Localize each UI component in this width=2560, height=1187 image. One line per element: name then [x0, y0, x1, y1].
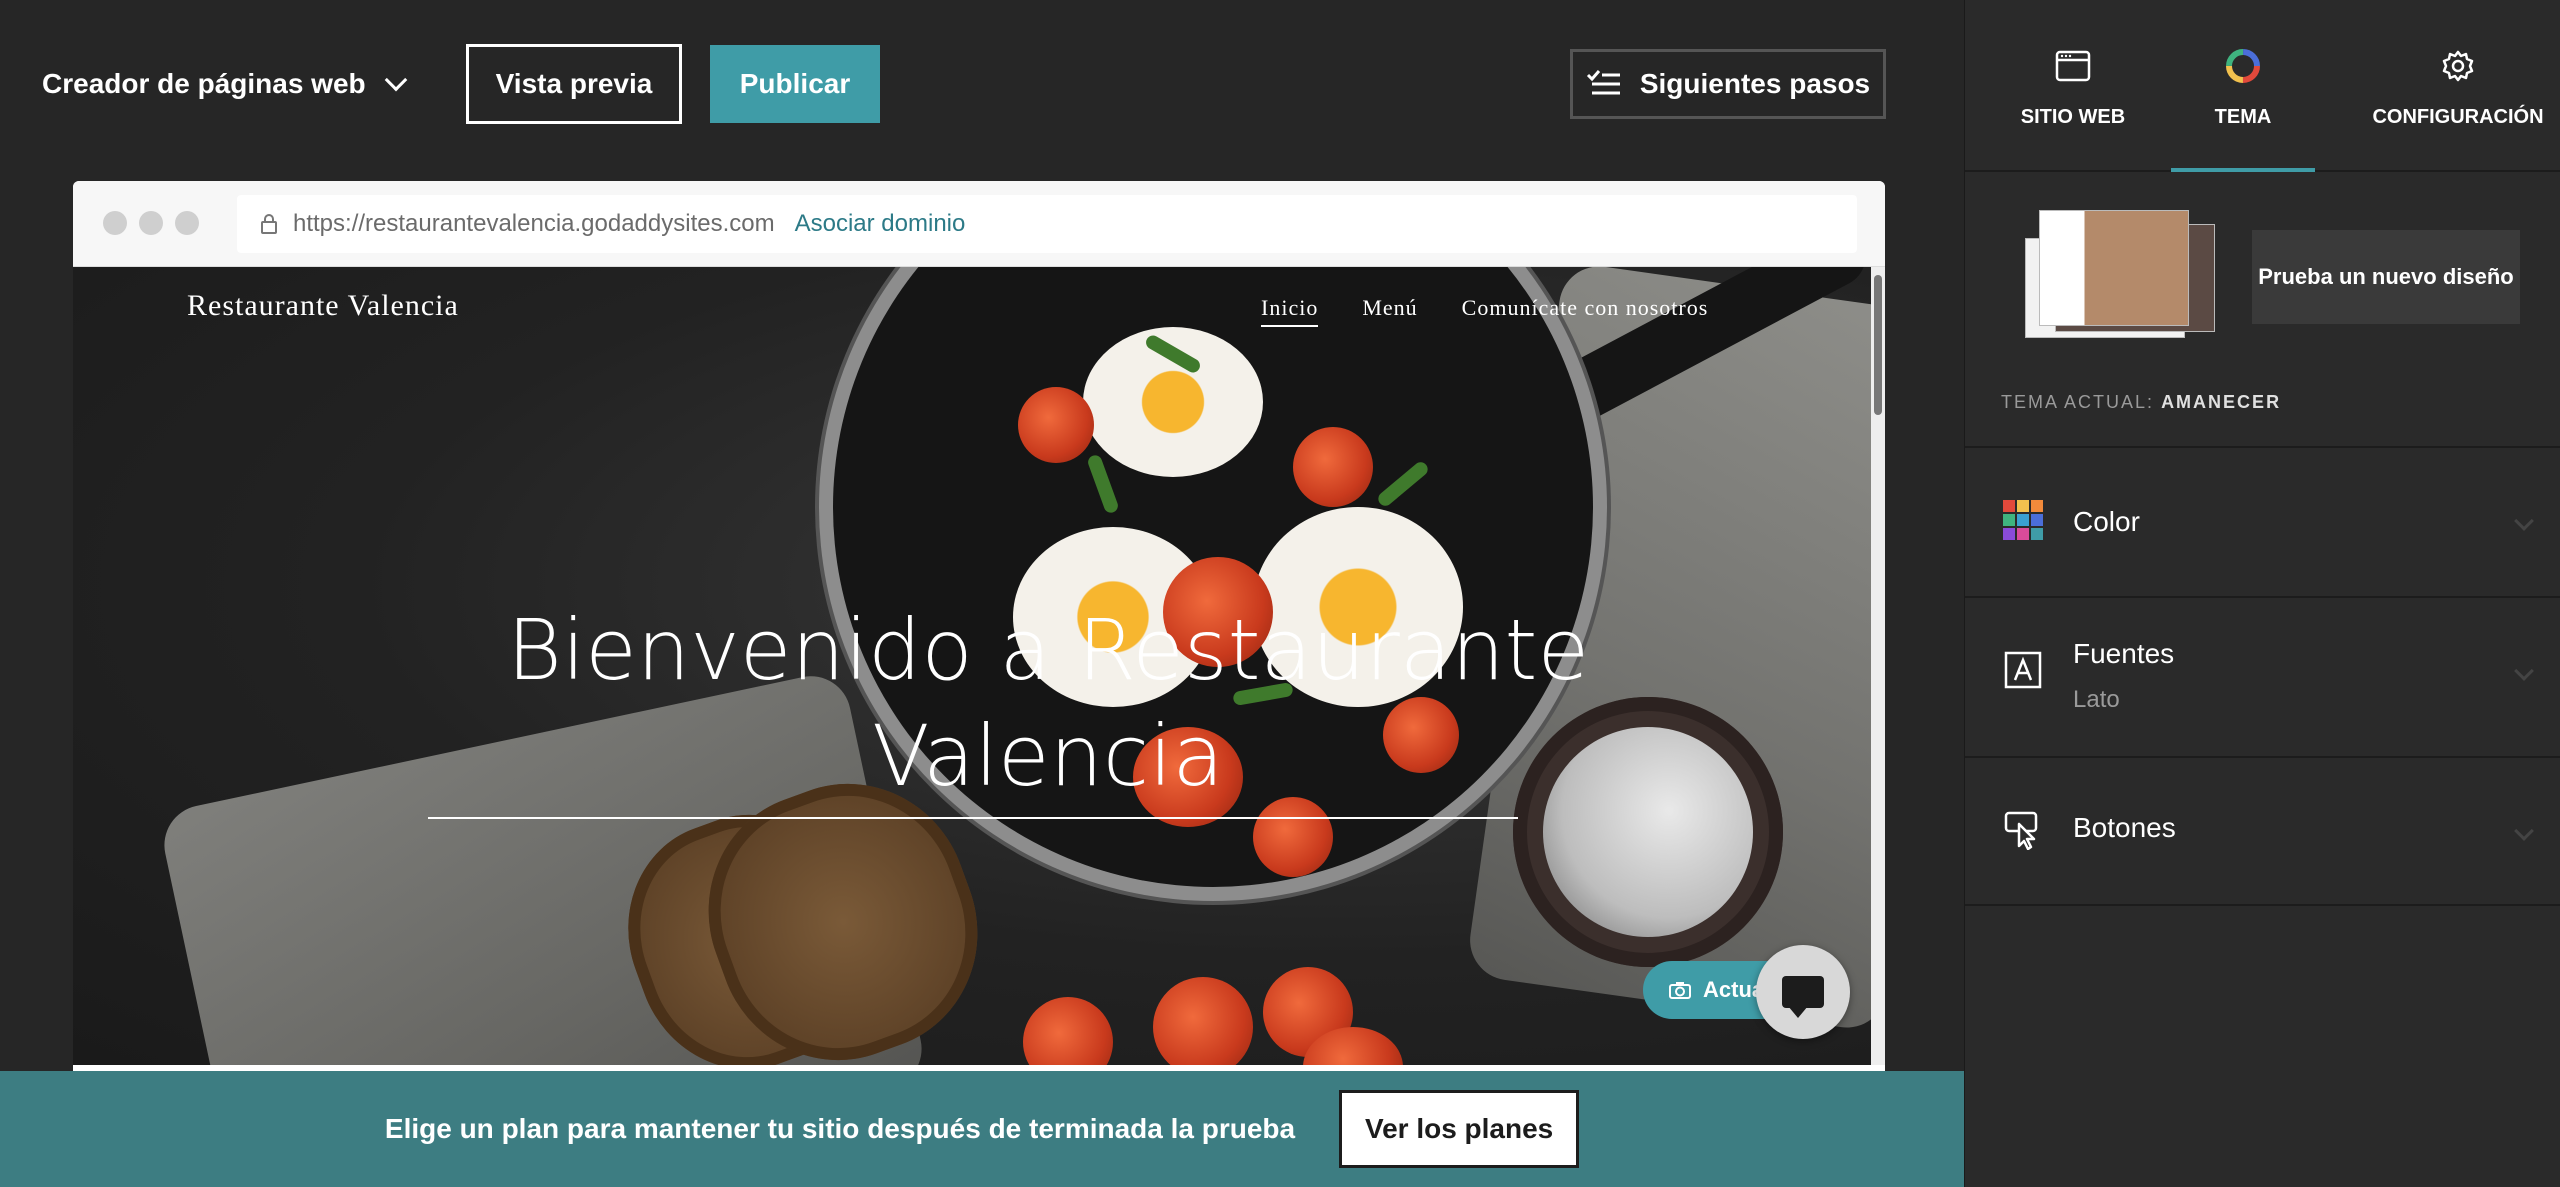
panel-row-fonts[interactable]: Fuentes Lato	[1965, 596, 2560, 756]
site-url: https://restaurantevalencia.godaddysites…	[293, 210, 775, 237]
color-grid-icon	[2003, 500, 2043, 540]
color-label: Color	[2073, 506, 2140, 537]
site-name[interactable]: Restaurante Valencia	[187, 289, 459, 323]
scrollbar-thumb[interactable]	[1874, 275, 1882, 415]
next-steps-button[interactable]: Siguientes pasos	[1570, 49, 1886, 119]
panel-tabs: SITIO WEB TEMA CONFIGURACIÓN	[1965, 0, 2560, 172]
current-theme-prefix: TEMA ACTUAL:	[2001, 392, 2155, 412]
hero-divider	[428, 817, 1518, 819]
connect-domain-link[interactable]: Asociar dominio	[795, 210, 966, 238]
builder-menu-dropdown[interactable]: Creador de páginas web	[42, 62, 407, 106]
hero-image-tomato	[1253, 797, 1333, 877]
hero-title-line: Valencia	[872, 707, 1224, 805]
window-dot-icon	[139, 211, 163, 235]
hero-image-tomato	[1153, 977, 1253, 1065]
site-nav: Inicio Menú Comunícate con nosotros	[1261, 295, 1708, 327]
try-new-design-button[interactable]: Prueba un nuevo diseño	[2252, 230, 2520, 324]
color-wheel-icon	[2226, 49, 2260, 83]
chat-bubble-icon	[1782, 976, 1824, 1018]
preview-scrollbar[interactable]	[1871, 267, 1885, 1065]
site-nav-item-menu[interactable]: Menú	[1362, 295, 1417, 327]
site-preview-frame: https://restaurantevalencia.godaddysites…	[73, 181, 1885, 1071]
view-plans-button[interactable]: Ver los planes	[1339, 1090, 1580, 1168]
next-steps-label: Siguientes pasos	[1639, 68, 1871, 99]
window-dot-icon	[103, 211, 127, 235]
buttons-label: Botones	[2073, 812, 2176, 843]
hero-image-tomato	[1018, 387, 1094, 463]
panel-row-color[interactable]: Color	[1965, 446, 2560, 596]
hero-title[interactable]: Bienvenido a Restaurante Valencia	[413, 597, 1683, 809]
tab-theme-label: TEMA	[2214, 106, 2272, 128]
publish-button[interactable]: Publicar	[710, 45, 880, 123]
fonts-current-value: Lato	[2073, 686, 2120, 713]
chevron-down-icon	[2514, 661, 2534, 681]
chevron-down-icon	[2514, 511, 2534, 531]
window-dot-icon	[175, 211, 199, 235]
button-pointer-icon	[2004, 811, 2038, 850]
hero-image-tomato	[1293, 427, 1373, 507]
tab-website-label: SITIO WEB	[2020, 106, 2126, 128]
hero-image-tomato	[1023, 997, 1113, 1065]
chat-button[interactable]	[1756, 945, 1850, 1039]
site-nav-item-inicio[interactable]: Inicio	[1261, 295, 1319, 327]
preview-button[interactable]: Vista previa	[466, 44, 682, 124]
tab-settings-label: CONFIGURACIÓN	[2372, 106, 2544, 128]
url-box: https://restaurantevalencia.godaddysites…	[237, 195, 1857, 253]
current-theme-name: AMANECER	[2161, 392, 2282, 412]
tab-settings[interactable]: CONFIGURACIÓN	[2363, 48, 2553, 172]
panel-row-buttons[interactable]: Botones	[1965, 756, 2560, 906]
update-image-label: Actua	[1703, 977, 1765, 1002]
theme-thumbnail[interactable]	[2025, 210, 2215, 340]
fonts-label: Fuentes	[2073, 638, 2175, 669]
tab-website[interactable]: SITIO WEB	[2003, 48, 2143, 172]
chevron-down-icon	[384, 68, 407, 92]
top-toolbar: Creador de páginas web Vista previa Publ…	[0, 0, 1964, 170]
trial-plan-text: Elige un plan para mantener tu sitio des…	[384, 1113, 1296, 1144]
checklist-icon	[1586, 70, 1620, 95]
theme-card	[2039, 210, 2189, 326]
current-theme: TEMA ACTUAL: AMANECER	[2001, 392, 2281, 413]
gear-icon	[2442, 50, 2474, 82]
builder-title: Creador de páginas web	[42, 68, 366, 99]
hero-section[interactable]: Restaurante Valencia Inicio Menú Comuníc…	[73, 267, 1871, 1065]
browser-window-icon	[2055, 50, 2091, 82]
font-icon	[2004, 651, 2042, 689]
trial-plan-banner: Elige un plan para mantener tu sitio des…	[0, 1071, 1964, 1187]
editor-area: Creador de páginas web Vista previa Publ…	[0, 0, 1964, 1187]
site-nav-item-contacto[interactable]: Comunícate con nosotros	[1462, 295, 1709, 327]
tab-theme[interactable]: TEMA	[2171, 48, 2315, 172]
design-panel: SITIO WEB TEMA CONFIGURACIÓN Prueba un n…	[1964, 0, 2560, 1187]
lock-icon	[261, 214, 277, 234]
browser-address-bar: https://restaurantevalencia.godaddysites…	[73, 181, 1885, 267]
chevron-down-icon	[2514, 821, 2534, 841]
hero-title-line: Bienvenido a Restaurante	[506, 601, 1590, 699]
camera-icon	[1669, 982, 1691, 999]
